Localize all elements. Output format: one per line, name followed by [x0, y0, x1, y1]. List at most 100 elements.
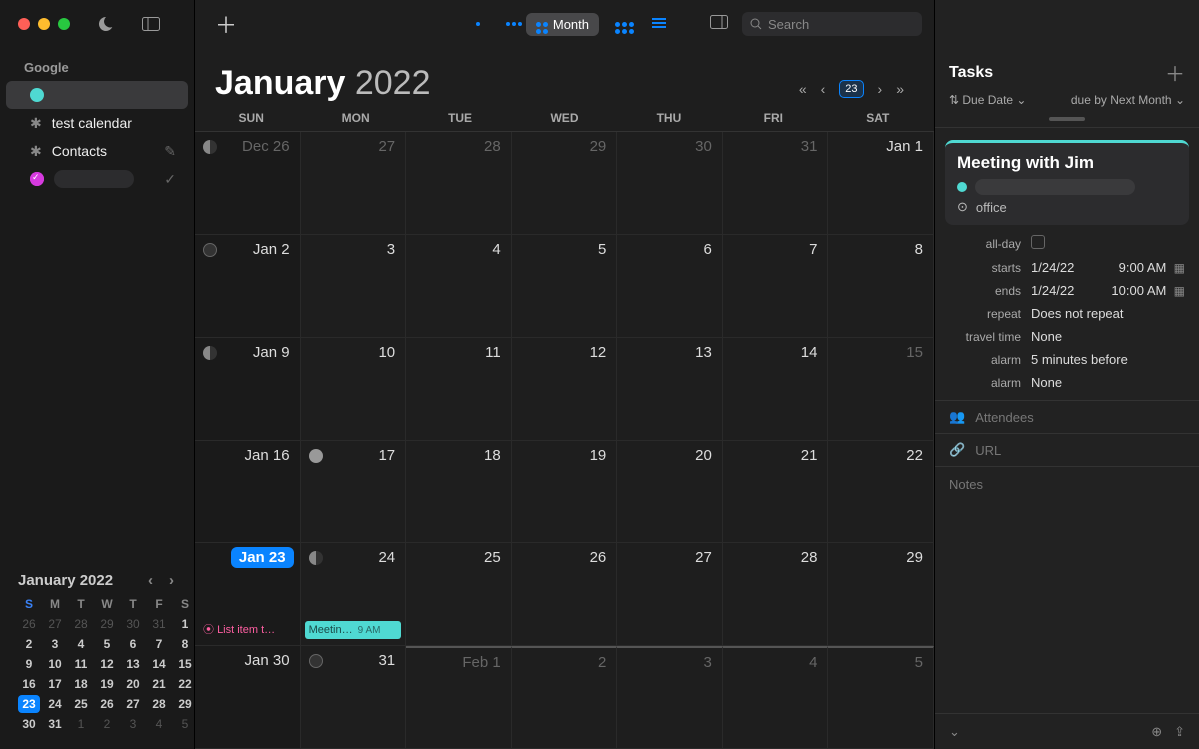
- mini-grid[interactable]: SMTWTFS262728293031123456789101112131415…: [18, 595, 178, 733]
- day-cell[interactable]: 8: [828, 235, 934, 338]
- starts-date[interactable]: 1/24/22: [1031, 260, 1101, 275]
- event-chip[interactable]: Meetin… 9 AM: [305, 621, 402, 639]
- ends-date[interactable]: 1/24/22: [1031, 283, 1101, 298]
- day-cell[interactable]: 30: [617, 132, 723, 235]
- mini-day[interactable]: 19: [96, 675, 118, 693]
- day-cell[interactable]: 20: [617, 441, 723, 544]
- day-cell[interactable]: Jan 23List item t…: [195, 543, 301, 646]
- mini-day[interactable]: 3: [44, 635, 66, 653]
- day-cell[interactable]: 31: [723, 132, 829, 235]
- collapse-button[interactable]: ⌄: [949, 724, 960, 740]
- url-row[interactable]: 🔗 URL: [935, 433, 1199, 466]
- mini-day[interactable]: 21: [148, 675, 170, 693]
- mini-day[interactable]: 30: [18, 715, 40, 733]
- nav-last-button[interactable]: »: [896, 81, 904, 97]
- nav-prev-button[interactable]: ‹: [821, 81, 826, 97]
- day-cell[interactable]: 18: [406, 441, 512, 544]
- tasks-sort-primary[interactable]: ⇅ Due Date ⌄: [949, 93, 1026, 107]
- day-cell[interactable]: 7: [723, 235, 829, 338]
- mini-day[interactable]: 28: [70, 615, 92, 633]
- day-cell[interactable]: Jan 16: [195, 441, 301, 544]
- day-cell[interactable]: 10: [301, 338, 407, 441]
- mini-day[interactable]: 3: [122, 715, 144, 733]
- day-cell[interactable]: Jan 1: [828, 132, 934, 235]
- attendees-row[interactable]: 👥 Attendees: [935, 400, 1199, 433]
- mini-day[interactable]: 9: [18, 655, 40, 673]
- mini-day[interactable]: 8: [174, 635, 196, 653]
- day-cell[interactable]: 29: [828, 543, 934, 646]
- day-cell[interactable]: 4: [406, 235, 512, 338]
- mini-day[interactable]: 24: [44, 695, 66, 713]
- day-cell[interactable]: Feb 1: [406, 646, 512, 749]
- mini-day[interactable]: 22: [174, 675, 196, 693]
- mini-day[interactable]: 25: [70, 695, 92, 713]
- day-cell[interactable]: 24Meetin… 9 AM: [301, 543, 407, 646]
- mini-day[interactable]: 29: [174, 695, 196, 713]
- add-button[interactable]: ⊕: [1151, 724, 1162, 740]
- mini-day[interactable]: 18: [70, 675, 92, 693]
- day-cell[interactable]: 31: [301, 646, 407, 749]
- alarm2-value[interactable]: None: [1031, 375, 1185, 390]
- mini-day[interactable]: 31: [148, 615, 170, 633]
- mini-day[interactable]: 7: [148, 635, 170, 653]
- mini-day[interactable]: 5: [96, 635, 118, 653]
- day-cell[interactable]: 13: [617, 338, 723, 441]
- day-cell[interactable]: 29: [512, 132, 618, 235]
- moon-icon[interactable]: [98, 16, 114, 32]
- allday-checkbox[interactable]: [1031, 235, 1045, 249]
- day-cell[interactable]: 15: [828, 338, 934, 441]
- mini-next-button[interactable]: ›: [165, 572, 178, 589]
- day-cell[interactable]: 12: [512, 338, 618, 441]
- nav-today-button[interactable]: 23: [839, 80, 863, 98]
- day-cell[interactable]: 2: [512, 646, 618, 749]
- share-button[interactable]: ⇪: [1174, 724, 1185, 740]
- tasks-sort-secondary[interactable]: due by Next Month ⌄: [1071, 93, 1185, 107]
- day-cell[interactable]: 4: [723, 646, 829, 749]
- day-cell[interactable]: 28: [406, 132, 512, 235]
- day-cell[interactable]: Jan 2: [195, 235, 301, 338]
- mini-day[interactable]: 28: [148, 695, 170, 713]
- mini-day[interactable]: 26: [96, 695, 118, 713]
- day-cell[interactable]: 27: [617, 543, 723, 646]
- mini-day[interactable]: 29: [96, 615, 118, 633]
- day-cell[interactable]: 5: [512, 235, 618, 338]
- calendar-item-tasklist[interactable]: ✓: [6, 165, 188, 193]
- month-grid[interactable]: Dec 262728293031Jan 1Jan 2345678Jan 9101…: [195, 131, 934, 749]
- alarm1-value[interactable]: 5 minutes before: [1031, 352, 1185, 367]
- mini-day[interactable]: 10: [44, 655, 66, 673]
- day-cell[interactable]: 25: [406, 543, 512, 646]
- mini-day[interactable]: 6: [122, 635, 144, 653]
- mini-day[interactable]: 14: [148, 655, 170, 673]
- mini-day[interactable]: 4: [70, 635, 92, 653]
- mini-day[interactable]: 27: [122, 695, 144, 713]
- mini-day[interactable]: 1: [174, 615, 196, 633]
- day-cell[interactable]: 27: [301, 132, 407, 235]
- nav-first-button[interactable]: «: [799, 81, 807, 97]
- travel-value[interactable]: None: [1031, 329, 1185, 344]
- zoom-window-button[interactable]: [58, 18, 70, 30]
- ends-time[interactable]: 10:00 AM: [1111, 283, 1166, 298]
- mini-day[interactable]: 4: [148, 715, 170, 733]
- mini-day[interactable]: 23: [18, 695, 40, 713]
- day-cell[interactable]: 19: [512, 441, 618, 544]
- mini-day[interactable]: 26: [18, 615, 40, 633]
- mini-day[interactable]: 30: [122, 615, 144, 633]
- add-task-button[interactable]: ＋: [1165, 58, 1185, 87]
- mini-prev-button[interactable]: ‹: [144, 572, 157, 589]
- share-icon[interactable]: ✎: [164, 143, 176, 160]
- starts-time[interactable]: 9:00 AM: [1119, 260, 1167, 275]
- day-cell[interactable]: 26: [512, 543, 618, 646]
- day-cell[interactable]: Jan 30: [195, 646, 301, 749]
- mini-day[interactable]: 12: [96, 655, 118, 673]
- day-cell[interactable]: Dec 26: [195, 132, 301, 235]
- sidebar-toggle-icon[interactable]: [142, 17, 160, 31]
- day-cell[interactable]: 3: [301, 235, 407, 338]
- day-cell[interactable]: 3: [617, 646, 723, 749]
- nav-next-button[interactable]: ›: [878, 81, 883, 97]
- notes-field[interactable]: Notes: [935, 466, 1199, 502]
- day-cell[interactable]: 11: [406, 338, 512, 441]
- mini-day[interactable]: 2: [96, 715, 118, 733]
- mini-day[interactable]: 11: [70, 655, 92, 673]
- minimize-window-button[interactable]: [38, 18, 50, 30]
- tasks-drag-handle[interactable]: [1049, 117, 1085, 121]
